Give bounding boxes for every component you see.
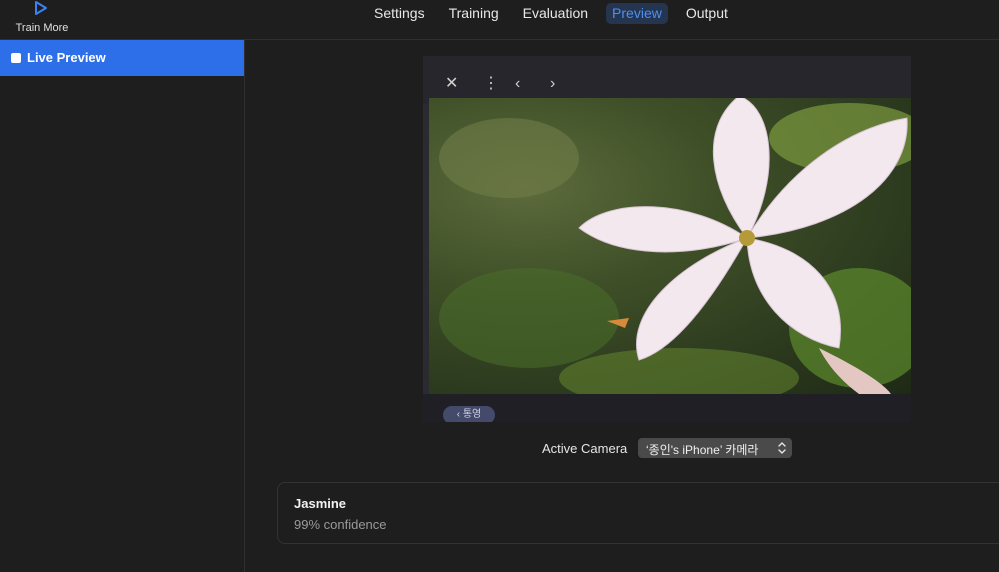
prediction-result-card: Jasmine 99% confidence — [277, 482, 999, 544]
toolbar: Train More Settings Training Evaluation … — [0, 0, 999, 40]
preview-square-icon — [11, 53, 21, 63]
tab-training[interactable]: Training — [443, 3, 505, 24]
tab-preview[interactable]: Preview — [606, 3, 668, 24]
tab-evaluation[interactable]: Evaluation — [517, 3, 594, 24]
tab-bar: Settings Training Evaluation Preview Out… — [368, 3, 746, 24]
preview-back-pill: ‹ 통영 — [443, 406, 495, 422]
live-preview-image: ✕ ⋮ ‹ › ‹ 통영 — [423, 56, 911, 422]
preview-image-footer: ‹ 통영 — [423, 394, 911, 422]
more-vertical-icon: ⋮ — [483, 75, 499, 92]
close-icon: ✕ — [445, 75, 459, 92]
active-camera-label: Active Camera — [542, 441, 628, 456]
chevron-right-icon: › — [550, 75, 556, 92]
flower-photo — [429, 98, 911, 394]
sidebar: Live Preview — [0, 40, 245, 572]
train-more-button[interactable]: Train More — [12, 0, 72, 39]
up-down-chevron-icon — [778, 442, 786, 454]
prediction-confidence: 99% confidence — [294, 517, 387, 532]
sidebar-item-label: Live Preview — [27, 50, 106, 65]
preview-image-toolbar: ✕ ⋮ ‹ › — [423, 56, 911, 104]
tab-output[interactable]: Output — [680, 3, 734, 24]
camera-select[interactable]: ‘종인's iPhone’ 카메라 — [638, 438, 792, 458]
sidebar-item-live-preview[interactable]: Live Preview — [0, 40, 244, 76]
jasmine-flower-illustration — [439, 98, 911, 394]
play-icon — [35, 1, 47, 15]
chevron-left-icon: ‹ — [515, 75, 521, 92]
camera-select-value: ‘종인's iPhone’ 카메라 — [646, 443, 759, 457]
train-more-label: Train More — [15, 22, 69, 34]
prediction-class-name: Jasmine — [294, 496, 347, 511]
tab-settings[interactable]: Settings — [368, 3, 431, 24]
